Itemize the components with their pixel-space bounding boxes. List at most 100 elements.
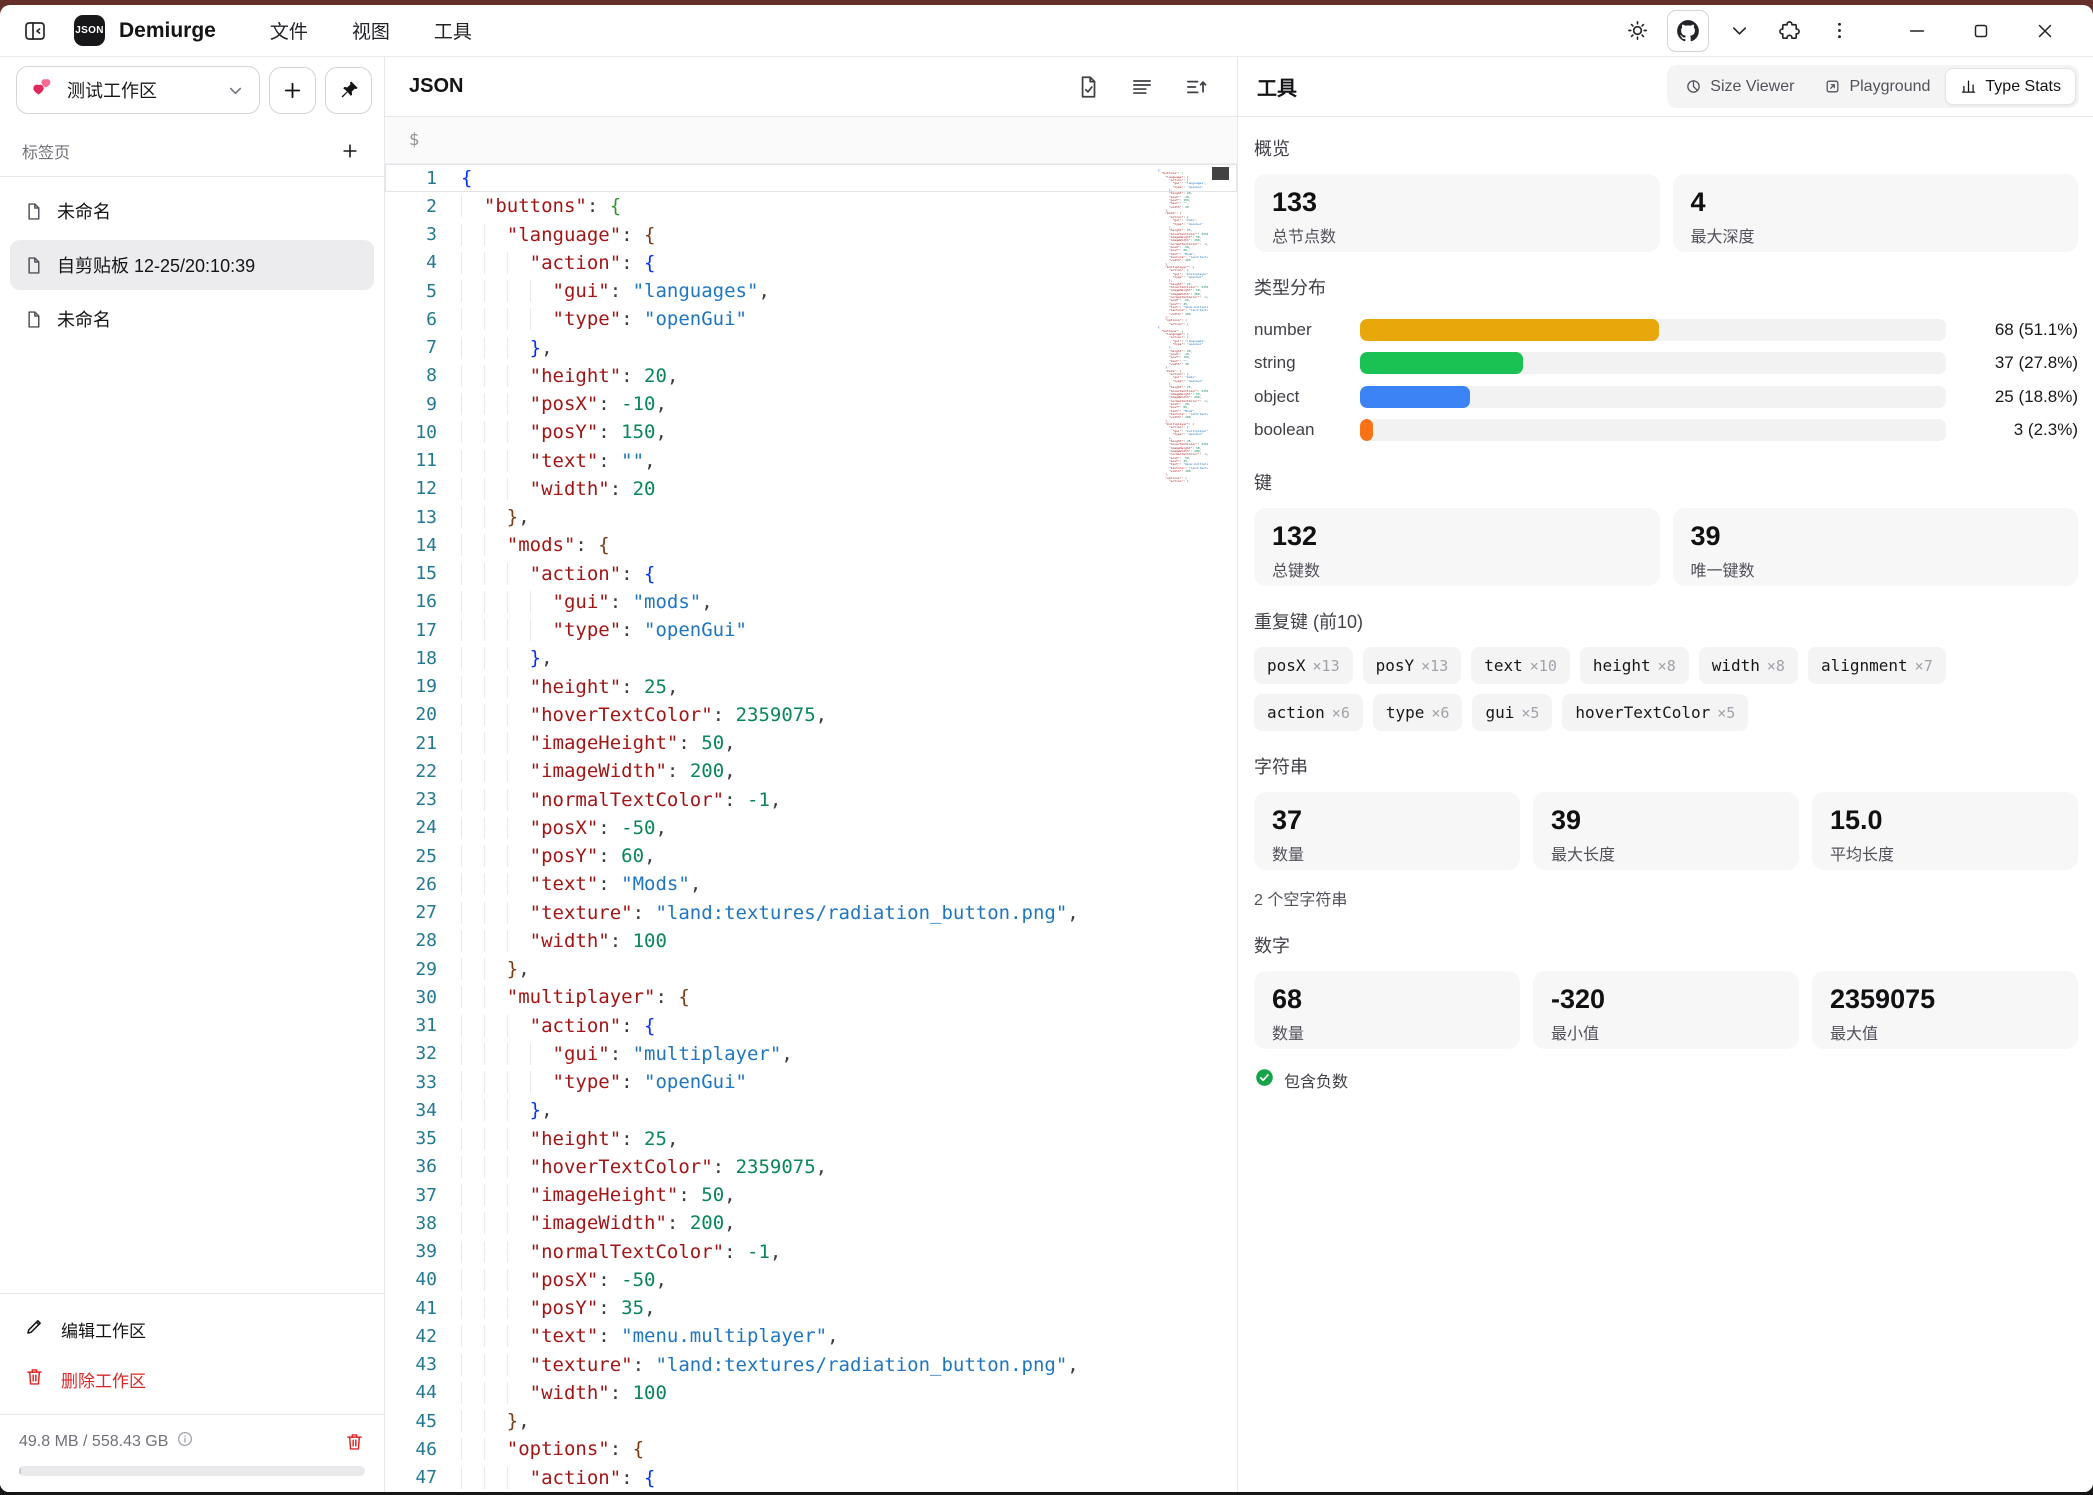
overview-cards: 133总节点数4最大深度 xyxy=(1254,174,2078,252)
stat-card: 39最大长度 xyxy=(1533,792,1799,870)
chip-count: ×8 xyxy=(1767,657,1785,675)
type-label: boolean xyxy=(1254,420,1360,440)
stat-card: 68数量 xyxy=(1254,971,1520,1049)
workspace-selector[interactable]: 测试工作区 xyxy=(16,66,260,114)
clear-storage-button[interactable] xyxy=(344,1431,365,1452)
view-switcher: Size Viewer PlaygroundType Stats xyxy=(1667,65,2079,108)
repeated-key-chip-alignment: alignment×7 xyxy=(1808,647,1946,684)
stat-value: 68 xyxy=(1272,983,1502,1017)
code-line: 40 "posX": -50, xyxy=(385,1266,1237,1294)
line-number: 6 xyxy=(385,309,437,330)
type-label: object xyxy=(1254,387,1360,407)
line-number: 40 xyxy=(385,1269,437,1290)
line-number: 16 xyxy=(385,591,437,612)
doc-icon xyxy=(23,255,44,276)
sidebar-toggle-button[interactable] xyxy=(16,12,54,50)
more-menu-button[interactable] xyxy=(1819,11,1859,51)
theme-toggle-button[interactable] xyxy=(1617,11,1657,51)
view-tab-label: Size Viewer xyxy=(1710,78,1794,96)
dropdown-button[interactable] xyxy=(1719,11,1759,51)
code-line: 11 "text": "", xyxy=(385,447,1237,475)
stat-value: -320 xyxy=(1551,983,1781,1017)
code-line: 4 "action": { xyxy=(385,249,1237,277)
tab-item-2[interactable]: 未命名 xyxy=(10,294,374,344)
line-number: 26 xyxy=(385,874,437,895)
bar-chart-icon xyxy=(1960,78,1977,95)
close-button[interactable] xyxy=(2013,11,2077,51)
view-tab-size-viewer[interactable]: Size Viewer xyxy=(1670,68,1809,105)
delete-workspace-label: 删除工作区 xyxy=(61,1367,146,1392)
scrollbar-thumb[interactable] xyxy=(1212,167,1229,180)
code-line: 22 "imageWidth": 200, xyxy=(385,757,1237,785)
document-icon xyxy=(23,309,44,330)
line-number: 2 xyxy=(385,196,437,217)
doc-icon xyxy=(23,309,44,330)
puzzle-icon xyxy=(1778,19,1801,42)
minimize-button[interactable] xyxy=(1885,11,1949,51)
code-line: 38 "imageWidth": 200, xyxy=(385,1209,1237,1237)
view-tab-playground[interactable]: Playground xyxy=(1809,68,1945,105)
extensions-button[interactable] xyxy=(1769,11,1809,51)
repeated-key-chip-posX: posX×13 xyxy=(1254,647,1353,684)
add-tab-button[interactable] xyxy=(340,141,360,161)
line-number: 20 xyxy=(385,704,437,725)
sidebar-spacer xyxy=(0,353,384,1293)
stat-card: -320最小值 xyxy=(1533,971,1799,1049)
window-controls xyxy=(1885,11,2077,51)
line-number: 27 xyxy=(385,902,437,923)
code-area[interactable]: 1{2 "buttons": {3 "language": {4 "action… xyxy=(385,164,1237,1492)
chevron-down-icon xyxy=(226,81,245,100)
code-line: 42 "text": "menu.multiplayer", xyxy=(385,1322,1237,1350)
chip-key: hoverTextColor xyxy=(1575,703,1710,722)
repeated-keys-chips: posX×13posY×13text×10height×8width×8alig… xyxy=(1254,647,1974,731)
tools-panel: 工具 Size ViewerPlaygroundType Stats 概览 13… xyxy=(1237,57,2093,1492)
line-number: 12 xyxy=(385,478,437,499)
chip-key: action xyxy=(1267,703,1325,722)
menu-item-2[interactable]: 工具 xyxy=(419,10,487,51)
chip-key: alignment xyxy=(1821,656,1908,675)
tab-item-0[interactable]: 未命名 xyxy=(10,186,374,236)
storage-section: 49.8 MB / 558.43 GB xyxy=(0,1414,384,1492)
editor-title: JSON xyxy=(409,75,463,98)
line-number: 22 xyxy=(385,761,437,782)
stat-label: 数量 xyxy=(1272,841,1502,865)
sort-keys-button[interactable] xyxy=(1183,74,1209,100)
validate-button[interactable] xyxy=(1075,74,1101,100)
plus-icon xyxy=(340,141,360,161)
line-number: 14 xyxy=(385,535,437,556)
code-line: 25 "posY": 60, xyxy=(385,842,1237,870)
type-label: number xyxy=(1254,320,1360,340)
pin-workspace-button[interactable] xyxy=(325,67,372,114)
minimap[interactable]: { "buttons": { "language": { "action": {… xyxy=(1158,169,1208,483)
format-button[interactable] xyxy=(1129,74,1155,100)
editor-toolbar xyxy=(1075,74,1209,100)
type-bar-fill xyxy=(1360,319,1659,341)
github-button[interactable] xyxy=(1667,10,1709,52)
chip-count: ×5 xyxy=(1717,704,1735,722)
check-circle-icon xyxy=(1254,1067,1275,1093)
view-tab-type-stats[interactable]: Type Stats xyxy=(1945,68,2076,105)
line-number: 47 xyxy=(385,1467,437,1488)
info-icon[interactable] xyxy=(176,1430,194,1453)
tab-list: 未命名自剪贴板 12-25/20:10:39未命名 xyxy=(0,177,384,353)
edit-workspace-button[interactable]: 编辑工作区 xyxy=(9,1304,375,1354)
sidebar: 测试工作区 标签页 未命名自剪贴板 12-25/20:10:39未命名 xyxy=(0,57,385,1492)
json-path-input[interactable]: $ xyxy=(385,117,1237,164)
code-line: 15 "action": { xyxy=(385,560,1237,588)
stat-value: 37 xyxy=(1272,804,1502,838)
type-bar-fill xyxy=(1360,386,1470,408)
menu-bar: 文件视图工具 xyxy=(248,10,494,51)
type-bar-track xyxy=(1360,419,1946,441)
menu-item-0[interactable]: 文件 xyxy=(255,10,323,51)
code-line: 8 "height": 20, xyxy=(385,362,1237,390)
add-workspace-button[interactable] xyxy=(269,67,316,114)
numbers-cards: 68数量-320最小值2359075最大值 xyxy=(1254,971,2078,1049)
line-number: 11 xyxy=(385,450,437,471)
info-icon xyxy=(176,1430,194,1448)
menu-item-1[interactable]: 视图 xyxy=(337,10,405,51)
type-distribution-chart: number68 (51.1%)string37 (27.8%)object25… xyxy=(1254,313,2078,447)
delete-workspace-button[interactable]: 删除工作区 xyxy=(9,1354,375,1404)
tab-item-1[interactable]: 自剪贴板 12-25/20:10:39 xyxy=(10,240,374,290)
stat-card: 4最大深度 xyxy=(1673,174,2079,252)
maximize-button[interactable] xyxy=(1949,11,2013,51)
